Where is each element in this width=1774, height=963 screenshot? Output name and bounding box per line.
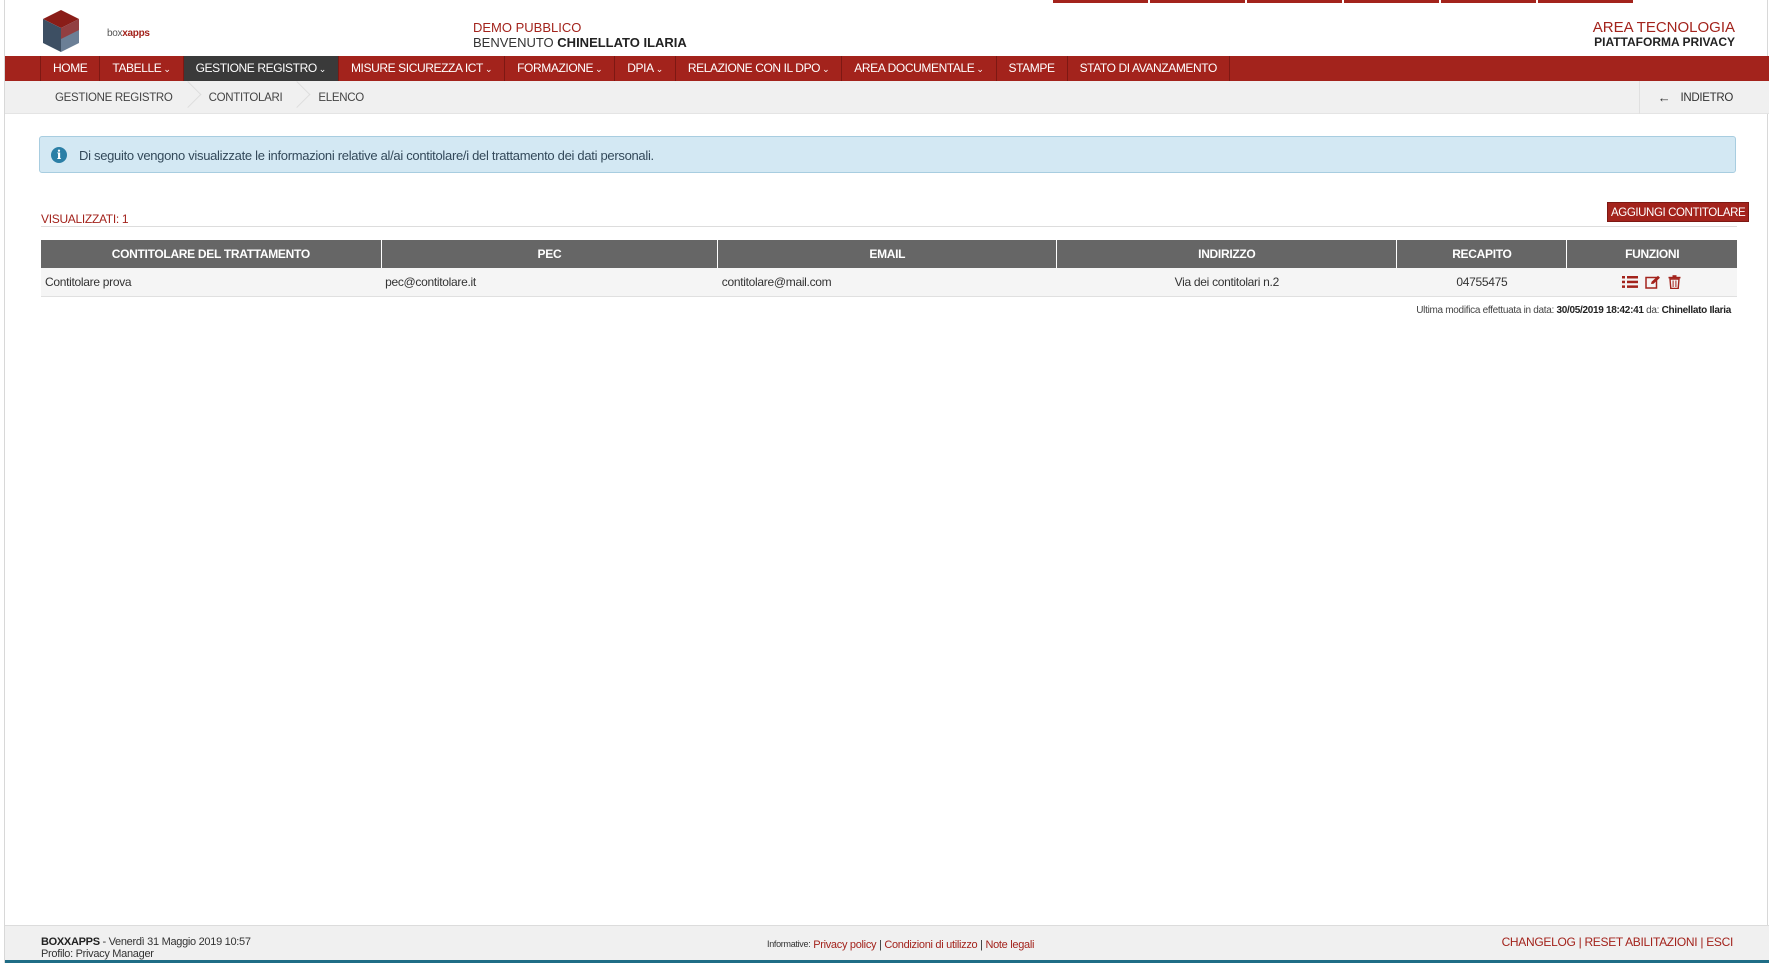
changelog-link[interactable]: CHANGELOG xyxy=(1502,935,1576,949)
cell-indirizzo: Via dei contitolari n.2 xyxy=(1056,268,1397,297)
chevron-down-icon: ⌄ xyxy=(976,64,984,74)
column-header-contitolare[interactable]: CONTITOLARE DEL TRATTAMENTO xyxy=(41,240,382,268)
nav-item-gestione-registro[interactable]: GESTIONE REGISTRO ⌄ xyxy=(183,56,339,81)
info-alert-text: Di seguito vengono visualizzate le infor… xyxy=(79,148,654,163)
chevron-down-icon: ⌄ xyxy=(318,64,327,74)
edit-icon[interactable] xyxy=(1645,275,1661,289)
chevron-down-icon: ⌄ xyxy=(163,64,171,74)
chevron-down-icon: ⌄ xyxy=(595,64,603,74)
arrow-left-icon: ← xyxy=(1657,90,1671,105)
contitolari-table: CONTITOLARE DEL TRATTAMENTO PEC EMAIL IN… xyxy=(41,240,1737,297)
terms-link[interactable]: Condizioni di utilizzo xyxy=(884,939,977,951)
footer-brand: BOXXAPPS xyxy=(41,936,100,948)
column-header-recapito[interactable]: RECAPITO xyxy=(1396,240,1568,268)
breadcrumb: GESTIONE REGISTRO CONTITOLARI ELENCO xyxy=(41,81,378,114)
footer-info: BOXXAPPS - Venerdì 31 Maggio 2019 10:57 … xyxy=(41,936,251,960)
platform-title: PIATTAFORMA PRIVACY xyxy=(1594,35,1735,49)
breadcrumb-item-gestione-registro[interactable]: GESTIONE REGISTRO xyxy=(41,92,187,104)
app-frame: boxxapps DEMO PUBBLICO BENVENUTO CHINELL… xyxy=(4,0,1769,963)
list-icon[interactable] xyxy=(1622,275,1639,289)
nav-item-tabelle[interactable]: TABELLE ⌄ xyxy=(100,56,184,81)
column-header-funzioni: FUNZIONI xyxy=(1566,240,1737,268)
cell-email: contitolare@mail.com xyxy=(717,268,1057,297)
cell-contitolare: Contitolare prova xyxy=(41,268,382,297)
table-header-row: CONTITOLARE DEL TRATTAMENTO PEC EMAIL IN… xyxy=(41,240,1737,268)
nav-item-formazione[interactable]: FORMAZIONE ⌄ xyxy=(505,56,616,81)
footer-profile: Profilo: Privacy Manager xyxy=(41,948,154,960)
footer: BOXXAPPS - Venerdì 31 Maggio 2019 10:57 … xyxy=(5,925,1769,963)
last-modified-user: Chinellato Ilaria xyxy=(1661,305,1732,316)
footer-actions: CHANGELOG | RESET ABILITAZIONI | ESCI xyxy=(1501,935,1734,949)
visible-count: VISUALIZZATI: 1 xyxy=(41,212,129,226)
main-nav: HOME TABELLE ⌄ GESTIONE REGISTRO ⌄ MISURE … xyxy=(5,56,1769,81)
column-header-email[interactable]: EMAIL xyxy=(717,240,1058,268)
nav-item-stato-avanzamento[interactable]: STATO DI AVANZAMENTO xyxy=(1068,56,1230,81)
add-contitolare-button[interactable]: AGGIUNGI CONTITOLARE xyxy=(1607,202,1750,222)
table-row: Contitolare prova pec@contitolare.it con… xyxy=(41,268,1737,297)
cell-funzioni xyxy=(1566,268,1737,297)
reset-abilitazioni-link[interactable]: RESET ABILITAZIONI xyxy=(1584,935,1697,949)
logo-text: boxxapps xyxy=(107,28,150,39)
trash-icon[interactable] xyxy=(1668,274,1681,289)
footer-date: - Venerdì 31 Maggio 2019 10:57 xyxy=(99,936,251,948)
welcome-line: BENVENUTO CHINELLATO ILARIA xyxy=(473,35,687,50)
header: boxxapps DEMO PUBBLICO BENVENUTO CHINELL… xyxy=(5,3,1769,56)
nav-item-relazione-dpo[interactable]: RELAZIONE CON IL DPO ⌄ xyxy=(676,56,843,81)
chevron-down-icon: ⌄ xyxy=(822,64,830,74)
breadcrumb-separator xyxy=(187,81,195,114)
breadcrumb-bar: GESTIONE REGISTRO CONTITOLARI ELENCO ← I… xyxy=(5,81,1769,114)
welcome-label: BENVENUTO xyxy=(473,35,554,50)
divider xyxy=(41,226,1737,227)
back-button[interactable]: ← INDIETRO xyxy=(1638,81,1769,114)
header-center: DEMO PUBBLICO BENVENUTO CHINELLATO ILARI… xyxy=(473,20,687,50)
logout-link[interactable]: ESCI xyxy=(1706,935,1733,949)
chevron-down-icon: ⌄ xyxy=(655,64,664,74)
cell-recapito: 04755475 xyxy=(1396,268,1567,297)
last-modified-date: 30/05/2019 18:42:41 xyxy=(1556,305,1644,316)
chevron-down-icon: ⌄ xyxy=(484,64,493,74)
back-label: INDIETRO xyxy=(1680,91,1733,104)
demo-label: DEMO PUBBLICO xyxy=(473,20,582,35)
user-name: CHINELLATO ILARIA xyxy=(557,35,687,50)
info-alert: i Di seguito vengono visualizzate le inf… xyxy=(39,136,1736,173)
logo-cube-icon xyxy=(43,10,79,52)
column-header-pec[interactable]: PEC xyxy=(381,240,719,268)
area-title: AREA TECNOLOGIA xyxy=(1592,19,1735,36)
breadcrumb-item-contitolari[interactable]: CONTITOLARI xyxy=(195,92,297,104)
footer-info-label: Informative: xyxy=(767,939,811,949)
header-right: AREA TECNOLOGIA PIATTAFORMA PRIVACY xyxy=(1593,20,1735,50)
privacy-policy-link[interactable]: Privacy policy xyxy=(813,939,876,951)
legal-notes-link[interactable]: Note legali xyxy=(985,939,1034,951)
nav-item-area-documentale[interactable]: AREA DOCUMENTALE ⌄ xyxy=(842,56,997,81)
nav-item-home[interactable]: HOME xyxy=(41,56,101,81)
breadcrumb-item-elenco: ELENCO xyxy=(318,91,364,104)
column-header-indirizzo[interactable]: INDIRIZZO xyxy=(1056,240,1398,268)
boxxapps-logo[interactable]: boxxapps xyxy=(39,8,150,54)
breadcrumb-separator xyxy=(296,81,304,114)
cell-pec: pec@contitolare.it xyxy=(381,268,718,297)
last-modified-note: Ultima modifica effettuata in data: 30/0… xyxy=(1416,305,1731,316)
info-icon: i xyxy=(51,147,67,163)
footer-legal-links: Informative: Privacy policy | Condizioni… xyxy=(767,939,1035,951)
nav-item-dpia[interactable]: DPIA ⌄ xyxy=(615,56,676,81)
nav-item-misure-sicurezza-ict[interactable]: MISURE SICUREZZA ICT ⌄ xyxy=(339,56,506,81)
nav-item-stampe[interactable]: STAMPE xyxy=(997,56,1068,81)
